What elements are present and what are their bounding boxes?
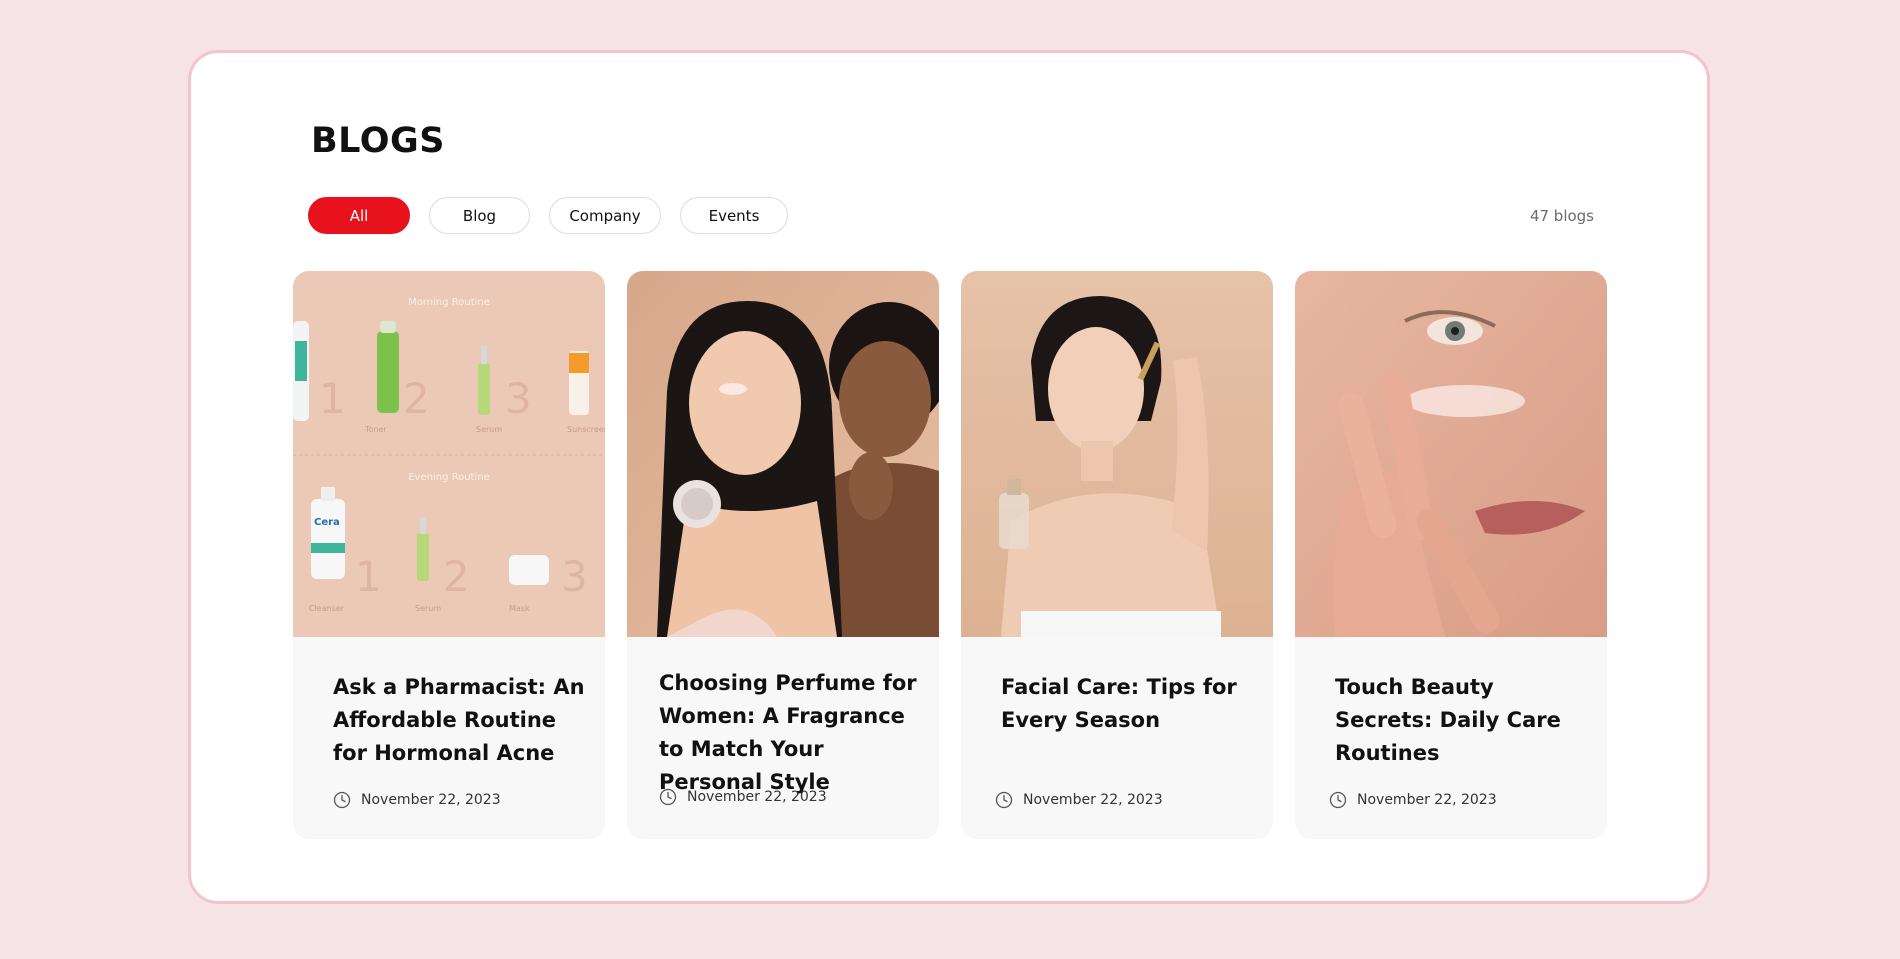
woman-with-serum-image — [961, 271, 1273, 637]
clock-icon — [659, 788, 677, 806]
card-date-text: November 22, 2023 — [1357, 792, 1497, 808]
two-women-skincare-image — [627, 271, 939, 637]
card-date-text: November 22, 2023 — [361, 792, 501, 808]
card-date-text: November 22, 2023 — [1023, 792, 1163, 808]
svg-text:Toner: Toner — [364, 425, 387, 434]
svg-text:Sunscreen: Sunscreen — [567, 425, 605, 434]
card-date: November 22, 2023 — [1329, 791, 1497, 809]
clock-icon — [995, 791, 1013, 809]
svg-text:1: 1 — [319, 374, 346, 423]
card-title[interactable]: Choosing Perfume for Women: A Fragrance … — [659, 667, 921, 799]
svg-text:3: 3 — [561, 552, 588, 601]
blog-card[interactable]: Touch Beauty Secrets: Daily Care Routine… — [1295, 271, 1607, 839]
evening-routine-label: Evening Routine — [408, 472, 490, 483]
svg-text:Serum: Serum — [415, 604, 441, 613]
filter-company-button[interactable]: Company — [549, 197, 661, 234]
card-date: November 22, 2023 — [333, 791, 501, 809]
face-cream-closeup-image — [1295, 271, 1607, 637]
skincare-routine-image: Morning Routine Evening Routine 1 2 3 To… — [293, 271, 605, 637]
blog-card[interactable]: Morning Routine Evening Routine 1 2 3 To… — [293, 271, 605, 839]
svg-text:2: 2 — [403, 374, 430, 423]
filter-events-button[interactable]: Events — [680, 197, 788, 234]
filter-blog-button[interactable]: Blog — [429, 197, 530, 234]
svg-text:1: 1 — [355, 552, 382, 601]
card-date: November 22, 2023 — [659, 788, 827, 806]
morning-routine-label: Morning Routine — [408, 297, 490, 308]
clock-icon — [333, 791, 351, 809]
blog-card[interactable]: Facial Care: Tips for Every Season Novem… — [961, 271, 1273, 839]
filter-bar: All Blog Company Events — [308, 197, 788, 234]
card-date: November 22, 2023 — [995, 791, 1163, 809]
svg-text:Cleanser: Cleanser — [309, 604, 345, 613]
card-title[interactable]: Facial Care: Tips for Every Season — [1001, 671, 1253, 737]
blog-card-list: Morning Routine Evening Routine 1 2 3 To… — [293, 271, 1607, 839]
clock-icon — [1329, 791, 1347, 809]
blogs-panel: BLOGS All Blog Company Events 47 blogs M… — [188, 50, 1710, 904]
card-date-text: November 22, 2023 — [687, 789, 827, 805]
blog-card[interactable]: Choosing Perfume for Women: A Fragrance … — [627, 271, 939, 839]
svg-text:Mask: Mask — [509, 604, 530, 613]
svg-text:3: 3 — [505, 374, 532, 423]
filter-all-button[interactable]: All — [308, 197, 410, 234]
svg-text:Serum: Serum — [476, 425, 502, 434]
svg-text:2: 2 — [443, 552, 470, 601]
card-title[interactable]: Touch Beauty Secrets: Daily Care Routine… — [1335, 671, 1587, 770]
svg-text:Cera: Cera — [314, 517, 340, 528]
page-title: BLOGS — [311, 121, 445, 161]
card-title[interactable]: Ask a Pharmacist: An Affordable Routine … — [333, 671, 585, 770]
blog-count: 47 blogs — [1529, 207, 1594, 225]
